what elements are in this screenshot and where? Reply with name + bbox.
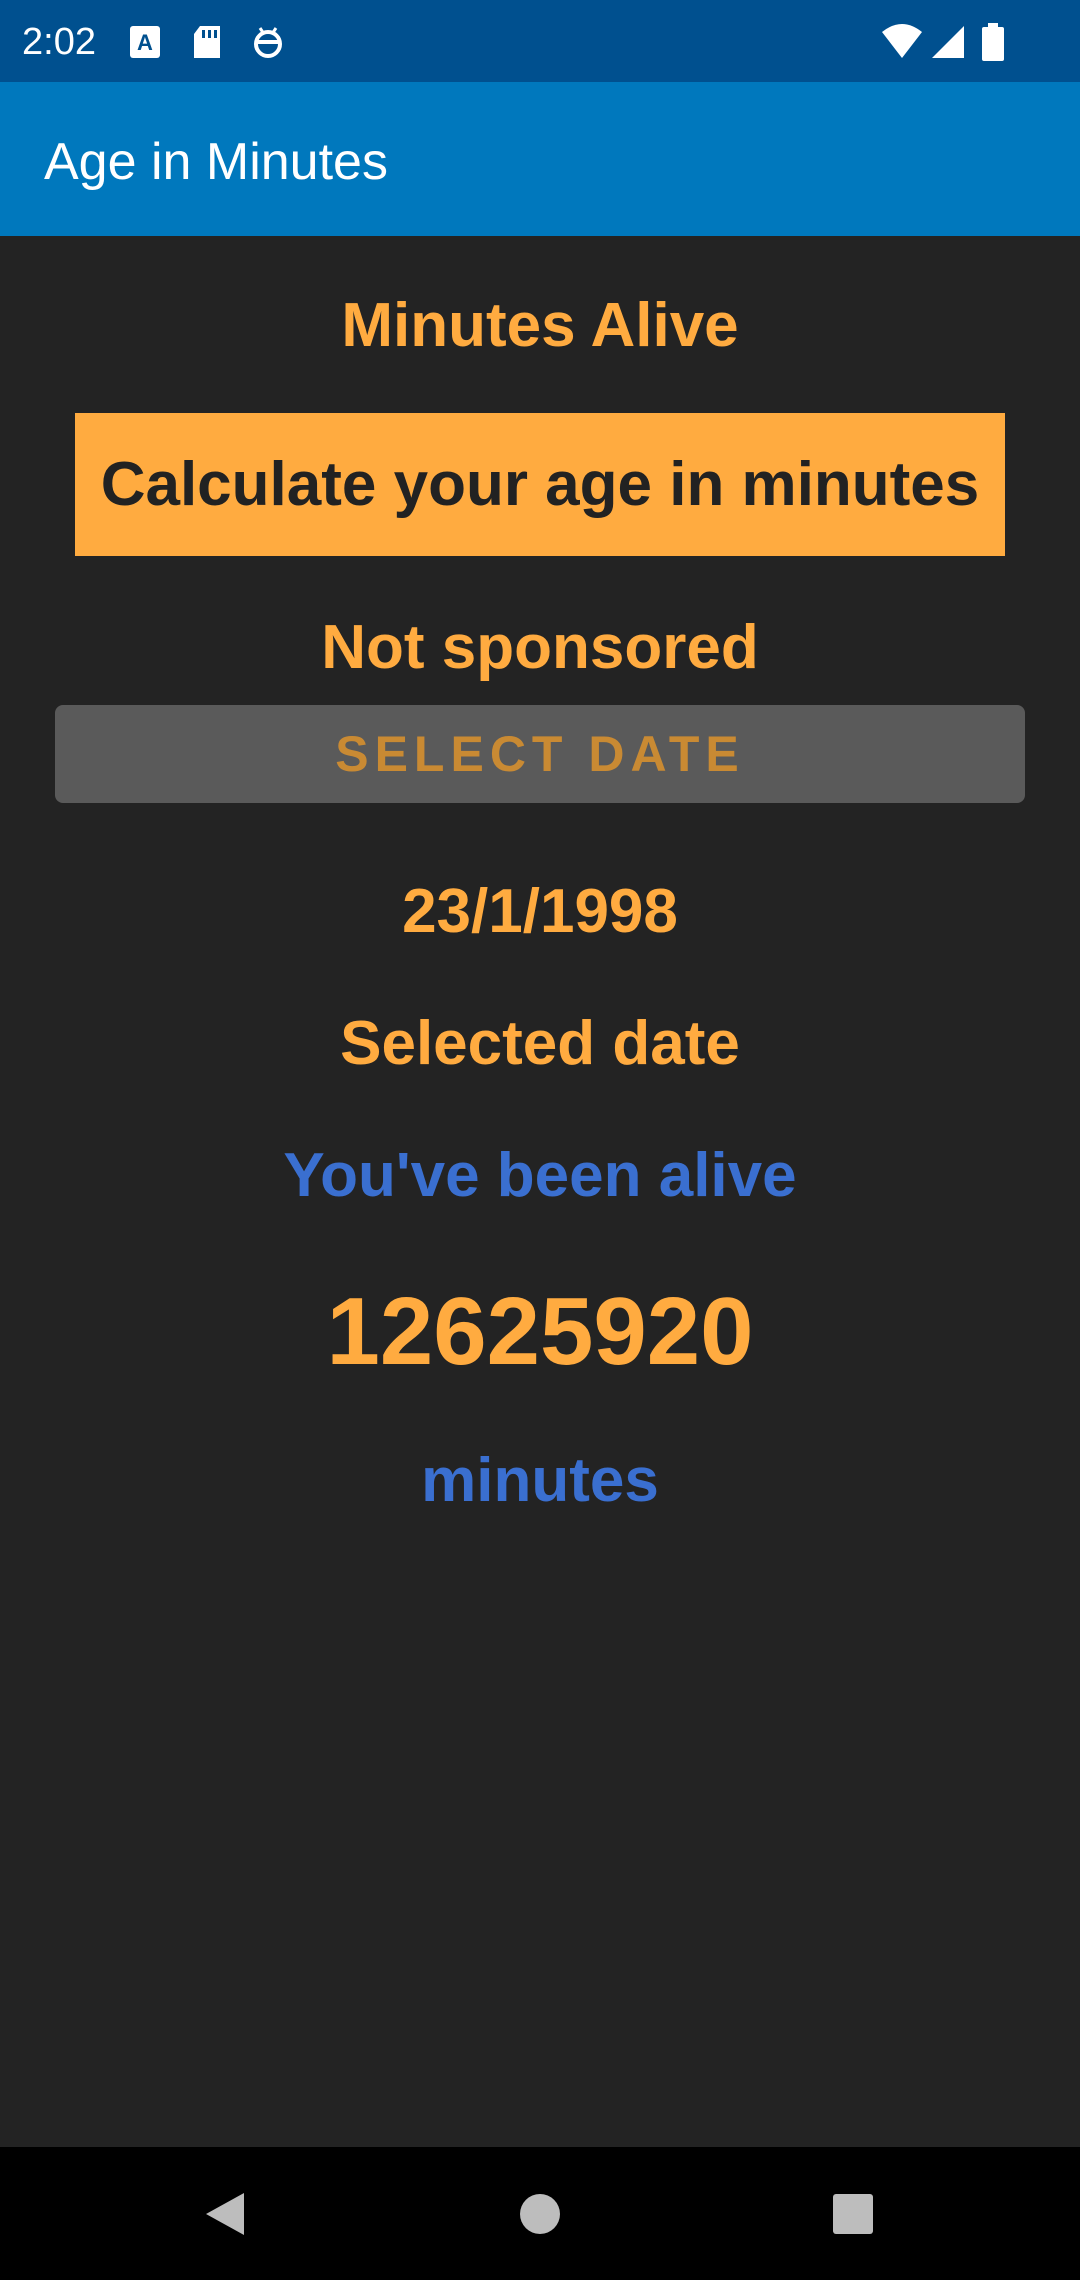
svg-text:A: A bbox=[137, 30, 153, 55]
calculate-banner: Calculate your age in minutes bbox=[75, 413, 1005, 556]
keyboard-a-icon: A bbox=[128, 22, 168, 62]
app-title: Age in Minutes bbox=[44, 133, 388, 191]
back-button[interactable] bbox=[155, 2147, 295, 2280]
navigation-bar bbox=[0, 2147, 1080, 2280]
cell-signal-icon bbox=[928, 22, 968, 62]
status-bar: 2:02 A bbox=[0, 0, 1080, 82]
alive-label: You've been alive bbox=[283, 1141, 797, 1210]
sponsor-text: Not sponsored bbox=[321, 613, 759, 682]
minutes-unit-label: minutes bbox=[421, 1446, 659, 1515]
battery-icon bbox=[980, 22, 1006, 62]
wifi-icon bbox=[880, 22, 924, 62]
app-bar: Age in Minutes bbox=[0, 82, 1080, 236]
minutes-value: 12625920 bbox=[326, 1278, 754, 1385]
select-date-button[interactable]: SELECT DATE bbox=[55, 705, 1025, 803]
home-button[interactable] bbox=[470, 2147, 610, 2280]
screen: 2:02 A Age in Minutes Minutes Alive Calc… bbox=[0, 0, 1080, 2280]
selected-date-label: Selected date bbox=[340, 1009, 740, 1078]
recents-button[interactable] bbox=[783, 2147, 923, 2280]
selected-date-value: 23/1/1998 bbox=[402, 877, 678, 946]
status-time: 2:02 bbox=[22, 21, 96, 63]
sd-card-icon bbox=[190, 22, 230, 62]
heading-minutes-alive: Minutes Alive bbox=[341, 291, 739, 360]
bug-icon bbox=[250, 22, 290, 62]
